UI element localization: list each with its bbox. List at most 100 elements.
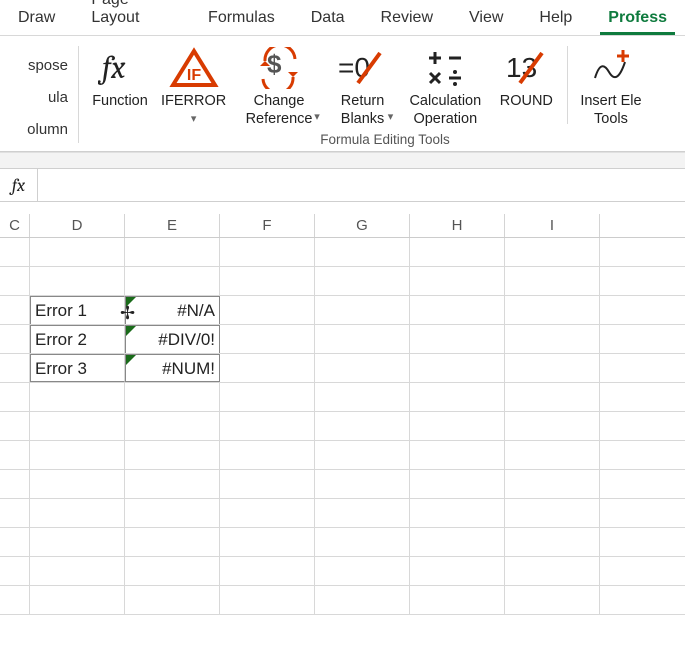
cell[interactable] [30,238,125,266]
cell[interactable] [125,238,220,266]
col-header-c[interactable]: C [0,214,30,237]
cell[interactable] [125,412,220,440]
cell[interactable] [410,557,505,585]
cell[interactable] [600,557,640,585]
cell[interactable] [410,586,505,614]
col-header-d[interactable]: D [30,214,125,237]
cell[interactable] [600,267,640,295]
cell[interactable] [0,528,30,556]
cell-d3[interactable]: Error 1 [30,296,125,324]
cell[interactable] [0,557,30,585]
cell[interactable] [600,586,640,614]
tab-draw[interactable]: Draw [0,3,73,35]
cell[interactable] [220,325,315,353]
cell[interactable] [0,470,30,498]
cell[interactable] [220,528,315,556]
calculation-operation-button[interactable]: Calculation Operation [399,42,491,128]
tab-view[interactable]: View [451,3,521,35]
cell[interactable] [505,499,600,527]
cell[interactable] [220,383,315,411]
cell[interactable] [220,470,315,498]
cell[interactable] [0,412,30,440]
cell[interactable] [30,586,125,614]
cell[interactable] [505,586,600,614]
cell[interactable] [600,412,640,440]
cell[interactable] [600,296,640,324]
cell[interactable] [220,238,315,266]
cell[interactable] [505,441,600,469]
cell[interactable] [505,528,600,556]
cell[interactable] [410,412,505,440]
cell[interactable] [0,383,30,411]
cell[interactable] [315,354,410,382]
cell[interactable] [220,296,315,324]
cell-e4[interactable]: #DIV/0! [125,325,220,353]
cell[interactable] [505,412,600,440]
cell[interactable] [315,412,410,440]
cell[interactable] [505,267,600,295]
col-header-h[interactable]: H [410,214,505,237]
cell[interactable] [315,586,410,614]
cell[interactable] [505,557,600,585]
cell[interactable] [30,383,125,411]
round-button[interactable]: 13 ROUND [491,42,561,128]
cell[interactable] [220,412,315,440]
cell[interactable] [125,557,220,585]
cell[interactable] [0,325,30,353]
function-button[interactable]: fx Function [85,42,155,128]
cell[interactable] [220,441,315,469]
cell[interactable] [0,296,30,324]
cell[interactable] [0,267,30,295]
cell[interactable] [315,557,410,585]
insert-elements-button[interactable]: Insert Ele Tools [574,42,647,128]
cell-e5[interactable]: #NUM! [125,354,220,382]
cell[interactable] [0,441,30,469]
cell[interactable] [505,470,600,498]
cell[interactable] [0,586,30,614]
cell[interactable] [125,441,220,469]
cell[interactable] [30,499,125,527]
cell[interactable] [410,296,505,324]
cell[interactable] [410,383,505,411]
cell[interactable] [125,267,220,295]
cell[interactable] [220,354,315,382]
col-header-g[interactable]: G [315,214,410,237]
cell[interactable] [125,499,220,527]
cell[interactable] [125,528,220,556]
cell[interactable] [30,470,125,498]
col-header-f[interactable]: F [220,214,315,237]
cell-e3[interactable]: #N/A ✢ [125,296,220,324]
cell[interactable] [410,499,505,527]
cell-d4[interactable]: Error 2 [30,325,125,353]
cell[interactable] [315,499,410,527]
cell[interactable] [600,325,640,353]
cell-d5[interactable]: Error 3 [30,354,125,382]
cell[interactable] [315,528,410,556]
cell[interactable] [125,470,220,498]
cell[interactable] [410,470,505,498]
cell[interactable] [410,267,505,295]
cell[interactable] [30,528,125,556]
cell[interactable] [505,325,600,353]
fx-icon[interactable]: fx [0,169,38,201]
tab-formulas[interactable]: Formulas [190,3,293,35]
cell[interactable] [0,238,30,266]
cell[interactable] [315,296,410,324]
cell[interactable] [410,441,505,469]
cell[interactable] [30,441,125,469]
spreadsheet-grid[interactable]: C D E F G H I [0,214,685,615]
cell[interactable] [0,354,30,382]
iferror-button[interactable]: IF IFERROR ▾ [155,42,232,128]
cell[interactable] [410,528,505,556]
cell[interactable] [505,238,600,266]
cell[interactable] [600,354,640,382]
cell[interactable] [0,499,30,527]
cell[interactable] [30,412,125,440]
tab-help[interactable]: Help [521,3,590,35]
cell[interactable] [505,383,600,411]
cell[interactable] [410,325,505,353]
return-blanks-button[interactable]: =0 Return Blanks ▾ [326,42,400,128]
cell[interactable] [125,586,220,614]
tab-data[interactable]: Data [293,3,363,35]
cell[interactable] [220,586,315,614]
